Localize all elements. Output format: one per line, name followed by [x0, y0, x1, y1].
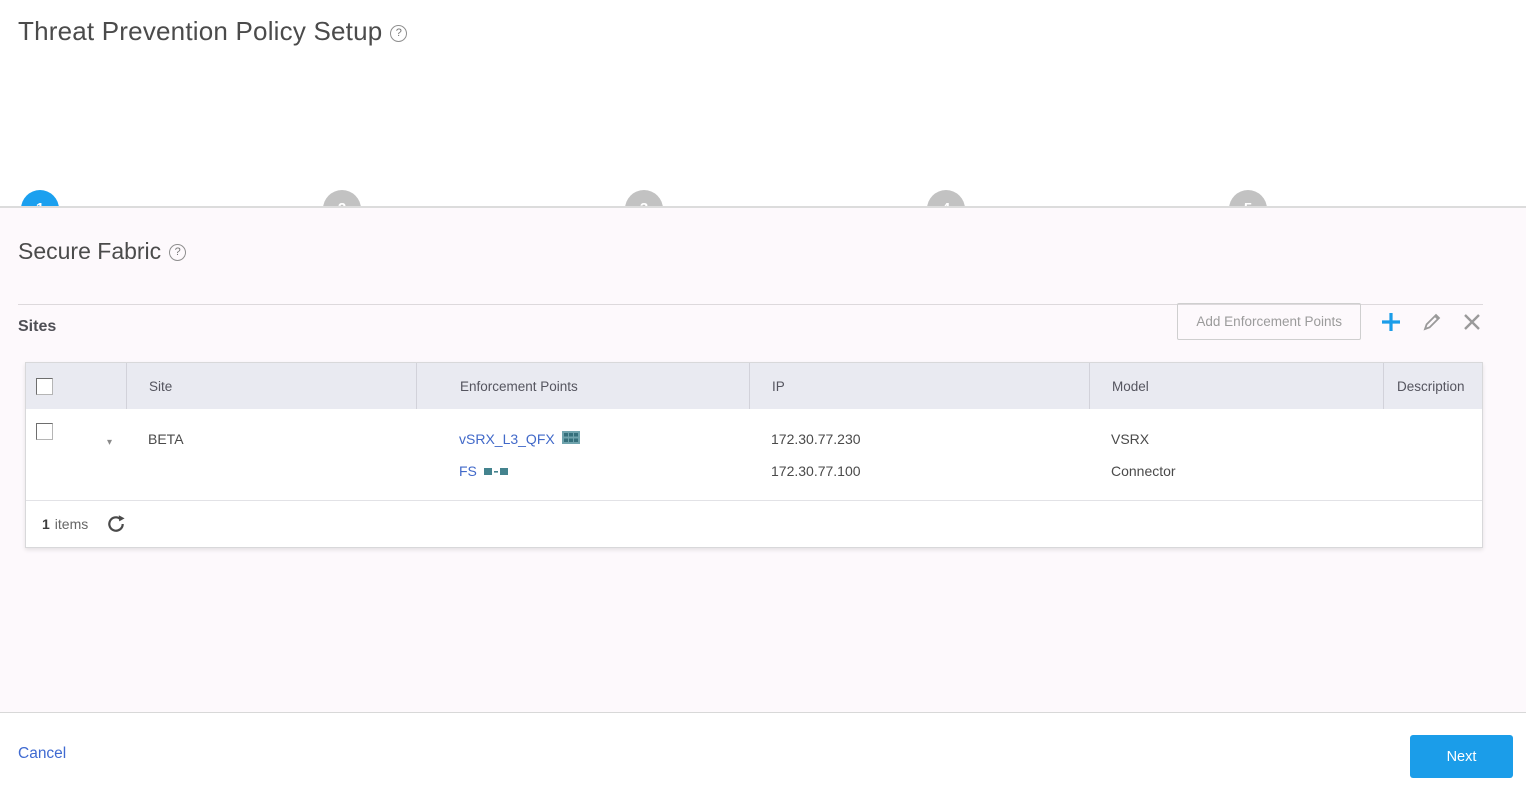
secure-fabric-panel: Secure Fabric? Sites Add Enforcement Poi…	[0, 208, 1526, 712]
cancel-link[interactable]: Cancel	[18, 745, 66, 763]
col-header-site[interactable]: Site	[126, 363, 416, 409]
items-label: items	[54, 516, 89, 532]
wizard-stepper: 1 2 3 4 5 Secure Fabric Policy Enforceme…	[0, 92, 1526, 257]
page-title-text: Threat Prevention Policy Setup	[18, 16, 383, 46]
sites-toolbar: Add Enforcement Points	[1177, 303, 1483, 340]
next-button[interactable]: Next	[1410, 735, 1513, 778]
description-cell	[1383, 409, 1482, 500]
col-header-description[interactable]: Description	[1383, 363, 1482, 409]
table-row: ▾ BETA vSRX_L3_QFX FS 172.30.77.230 172.…	[26, 409, 1482, 501]
add-site-button[interactable]	[1379, 310, 1403, 334]
col-header-enforcement-points[interactable]: Enforcement Points	[416, 363, 749, 409]
sites-table: Site Enforcement Points IP Model Descrip…	[25, 362, 1483, 548]
ip-cell: 172.30.77.230 172.30.77.100	[749, 409, 1089, 500]
ip-value: 172.30.77.230	[771, 431, 861, 447]
select-all-checkbox[interactable]	[36, 377, 53, 395]
enforcement-point-link[interactable]: vSRX_L3_QFX	[459, 423, 555, 455]
col-header-ip[interactable]: IP	[749, 363, 1089, 409]
sites-table-footer: 1 items	[26, 501, 1482, 547]
connector-device-icon	[483, 455, 508, 487]
delete-site-button[interactable]	[1461, 311, 1483, 333]
enforcement-points-cell: vSRX_L3_QFX FS	[416, 409, 749, 500]
threat-prevention-policy-setup-page: Threat Prevention Policy Setup? 1 2 3 4 …	[0, 0, 1526, 788]
refresh-icon	[106, 515, 126, 537]
page-title: Threat Prevention Policy Setup?	[18, 16, 408, 47]
row-expand-caret-icon[interactable]: ▾	[107, 427, 112, 459]
switch-device-icon	[561, 423, 580, 455]
model-value: Connector	[1111, 463, 1176, 479]
close-icon	[1461, 313, 1483, 336]
select-all-cell	[26, 363, 126, 409]
plus-icon	[1379, 312, 1403, 337]
section-title-text: Secure Fabric	[18, 238, 162, 264]
enforcement-point-link[interactable]: FS	[459, 455, 477, 487]
section-help-icon[interactable]: ?	[169, 244, 187, 262]
row-checkbox[interactable]	[36, 423, 53, 440]
refresh-button[interactable]	[106, 514, 126, 534]
row-select-cell: ▾	[26, 409, 126, 500]
model-value: VSRX	[1111, 431, 1150, 447]
help-icon[interactable]: ?	[390, 24, 408, 42]
ip-value: 172.30.77.100	[771, 463, 861, 479]
items-count: 1	[42, 516, 50, 532]
pencil-icon	[1421, 313, 1443, 336]
add-enforcement-points-button[interactable]: Add Enforcement Points	[1177, 303, 1361, 340]
site-cell: BETA	[148, 431, 184, 447]
col-header-model[interactable]: Model	[1089, 363, 1383, 409]
sites-heading: Sites	[18, 318, 57, 335]
model-cell: VSRX Connector	[1089, 409, 1383, 500]
page-footer: Cancel Next	[0, 713, 1526, 788]
edit-site-button[interactable]	[1421, 311, 1443, 333]
sites-table-header: Site Enforcement Points IP Model Descrip…	[26, 363, 1482, 409]
section-title: Secure Fabric?	[18, 238, 187, 265]
